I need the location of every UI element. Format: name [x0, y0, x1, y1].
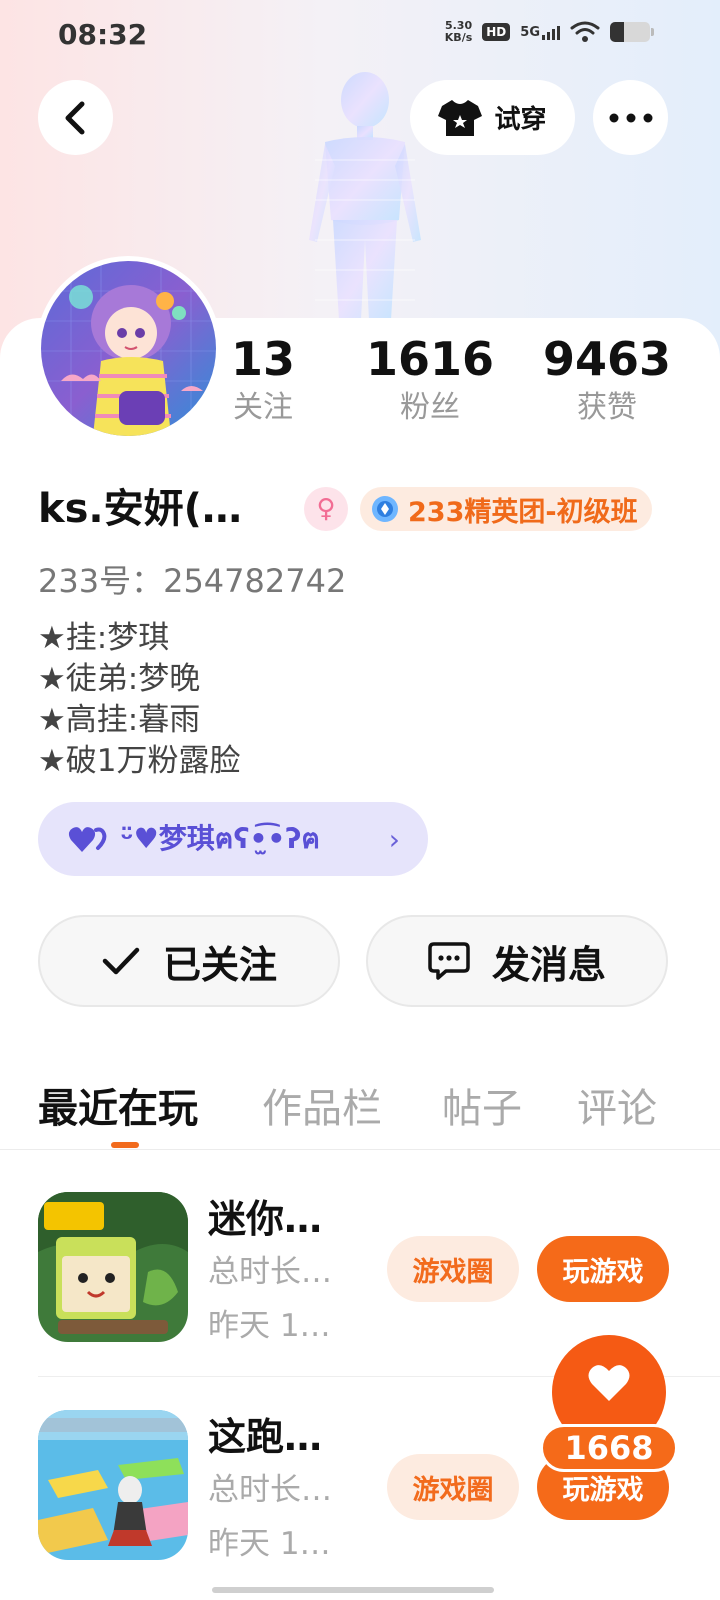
followed-button[interactable]: 已关注: [38, 915, 340, 1007]
double-heart-icon: [68, 827, 107, 852]
chevron-left-icon: [65, 101, 84, 134]
name-row: ks.安妍(… ♀ 233精英团-初级班: [38, 483, 688, 535]
heart-icon: [588, 1365, 630, 1401]
tab-comments[interactable]: 评论: [577, 1076, 657, 1134]
username: ks.安妍(…: [38, 486, 242, 532]
try-on-label: 试穿: [494, 105, 547, 135]
more-options-button[interactable]: [593, 80, 668, 155]
send-message-label: 发消息: [491, 942, 606, 987]
wifi-icon: [570, 21, 600, 42]
profile-tabs: 最近在玩 作品栏 帖子 评论: [0, 1070, 720, 1150]
game-duration: 总时长…: [208, 1254, 332, 1290]
bio: ★挂:梦琪 ★徒弟:梦晚 ★高挂:暮雨 ★破1万粉露脸: [38, 618, 241, 782]
send-message-button[interactable]: 发消息: [366, 915, 668, 1007]
stat-following[interactable]: 13 关注: [223, 330, 303, 428]
bio-line: ★破1万粉露脸: [38, 743, 241, 779]
level-badge-text: 233精英团-初级班: [408, 496, 638, 528]
following-label: 关注: [233, 390, 293, 425]
checkmark-icon: [102, 947, 140, 975]
game-duration: 总时长…: [208, 1472, 332, 1508]
likes-count: 9463: [542, 332, 672, 386]
tshirt-icon: [438, 99, 483, 136]
game-last-played: 昨天 1…: [208, 1526, 331, 1562]
avatar[interactable]: [36, 256, 221, 441]
bio-line: ★徒弟:梦晚: [38, 661, 201, 697]
game-circle-button[interactable]: 游戏圈: [387, 1236, 519, 1302]
more-dots-icon: [609, 113, 652, 122]
female-icon: ♀: [304, 487, 348, 531]
network-speed: 5.30 KB/s: [445, 20, 472, 44]
diamond-medal-icon: [372, 496, 398, 522]
game-last-played: 昨天 1…: [208, 1308, 331, 1344]
fans-label: 粉丝: [400, 390, 460, 425]
stat-likes[interactable]: 9463 获赞: [537, 330, 677, 428]
user-id[interactable]: 233号：254782742: [38, 556, 346, 602]
following-count: 13: [230, 332, 295, 386]
home-indicator: [212, 1587, 494, 1593]
play-game-button[interactable]: 玩游戏: [537, 1236, 669, 1302]
game-icon: [38, 1192, 188, 1342]
active-tab-indicator: [111, 1142, 139, 1148]
cp-name: ᵕ̈♥梦琪ฅʕ•̫͡•ʔฅ: [120, 822, 321, 855]
bio-line: ★高挂:暮雨: [38, 702, 201, 738]
like-count: 1668: [540, 1424, 678, 1472]
bio-line: ★挂:梦琪: [38, 620, 170, 656]
stat-fans[interactable]: 1616 粉丝: [360, 330, 500, 428]
status-icons: 5.30 KB/s HD 5G: [445, 20, 654, 44]
message-bubble-icon: [428, 942, 470, 980]
game-name: 迷你…: [208, 1197, 323, 1241]
likes-label: 获赞: [577, 390, 637, 425]
try-on-button[interactable]: 试穿: [410, 80, 575, 155]
network-type: 5G: [520, 24, 540, 40]
cellular-signal-icon: 5G: [520, 25, 560, 40]
cp-relationship-pill[interactable]: ᵕ̈♥梦琪ฅʕ•̫͡•ʔฅ ›: [38, 802, 428, 876]
tab-recently-played[interactable]: 最近在玩: [38, 1076, 198, 1134]
network-speed-unit: KB/s: [444, 31, 473, 44]
back-button[interactable]: [38, 80, 113, 155]
level-badge[interactable]: 233精英团-初级班: [360, 487, 652, 531]
game-name: 这跑…: [208, 1415, 323, 1459]
followed-label: 已关注: [162, 942, 277, 987]
fans-count: 1616: [365, 332, 495, 386]
battery-icon: [610, 22, 654, 42]
game-icon: [38, 1410, 188, 1560]
game-circle-button[interactable]: 游戏圈: [387, 1454, 519, 1520]
tab-posts[interactable]: 帖子: [442, 1076, 522, 1134]
avatar-image: [41, 261, 216, 436]
hd-icon: HD: [482, 23, 511, 41]
status-time: 08:32: [58, 18, 148, 51]
status-bar: 08:32 5.30 KB/s HD 5G: [0, 0, 720, 70]
tab-works[interactable]: 作品栏: [262, 1076, 382, 1134]
chevron-right-icon: ›: [388, 822, 400, 856]
